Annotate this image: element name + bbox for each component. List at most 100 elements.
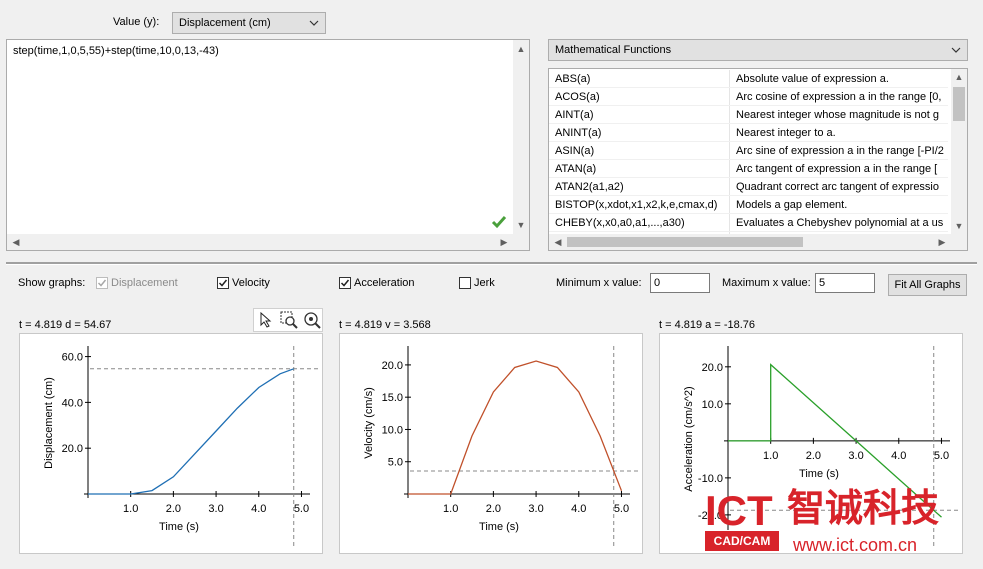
function-name: ACOS(a): [549, 87, 730, 106]
function-row[interactable]: ATAN2(a1,a2) Quadrant correct arc tangent…: [549, 177, 948, 196]
y-tick-label: 20.0: [702, 362, 723, 374]
velocity-readout: t = 4.819 v = 3.568: [339, 319, 431, 331]
x-tick-label: 5.0: [934, 450, 949, 462]
x-tick-label: 3.0: [848, 450, 863, 462]
x-axis-label: Time (s): [479, 521, 519, 533]
svg-text:CAD/CAM: CAD/CAM: [714, 534, 771, 548]
x-tick-label: 4.0: [891, 450, 906, 462]
x-tick-label: 1.0: [443, 503, 458, 515]
y-tick-label: 40.0: [62, 397, 83, 409]
function-row[interactable]: ASIN(a) Arc sine of expression a in the r…: [549, 141, 948, 160]
min-x-input[interactable]: 0: [650, 273, 710, 293]
x-tick-label: 5.0: [294, 503, 309, 515]
series-line: [408, 360, 623, 495]
expression-text[interactable]: step(time,1,0,5,55)+step(time,10,0,13,-4…: [13, 45, 219, 57]
zoom-fit-icon[interactable]: [303, 311, 321, 329]
y-tick-label: 5.0: [388, 457, 403, 469]
function-description: Arc sine of expression a in the range [-…: [729, 141, 948, 160]
x-tick-label: 2.0: [486, 503, 501, 515]
function-list[interactable]: ABS(a) Absolute value of expression a. ACO…: [548, 68, 968, 251]
x-tick-label: 4.0: [251, 503, 266, 515]
x-tick-label: 4.0: [571, 503, 586, 515]
scroll-up-arrow-icon[interactable]: ▲: [514, 42, 528, 56]
y-tick-label: 15.0: [382, 392, 403, 404]
function-description: Absolute value of expression a.: [729, 70, 948, 88]
max-x-label: Maximum x value:: [722, 277, 811, 289]
x-tick-label: 3.0: [208, 503, 223, 515]
function-row[interactable]: BISTOP(x,xdot,x1,x2,k,e,cmax,d) Models a …: [549, 195, 948, 214]
displacement-checkbox[interactable]: [96, 277, 108, 289]
x-tick-label: 5.0: [614, 503, 629, 515]
function-description: Nearest integer to a.: [729, 123, 948, 142]
checkmark-icon: [97, 279, 107, 287]
function-description: Arc tangent of expression a in the range…: [729, 159, 948, 178]
scroll-left-arrow-icon[interactable]: ◀: [551, 235, 565, 249]
x-axis-label: Time (s): [159, 521, 199, 533]
x-tick-label: 1.0: [123, 503, 138, 515]
function-row[interactable]: AINT(a) Nearest integer whose magnitude i…: [549, 105, 948, 124]
svg-text:智诚科技: 智诚科技: [787, 488, 939, 530]
function-name: BISTOP(x,xdot,x1,x2,k,e,cmax,d): [549, 195, 730, 214]
displacement-checkbox-label: Displacement: [111, 277, 178, 289]
function-row[interactable]: ABS(a) Absolute value of expression a.: [549, 70, 948, 88]
show-graphs-label: Show graphs:: [18, 277, 86, 289]
displacement-chart: 1.0 2.0 3.0 4.0 5.0 20.0 40.0 60.0 Time (s) Displ…: [43, 346, 318, 548]
y-tick-label: 10.0: [702, 399, 723, 411]
velocity-graph[interactable]: 1.0 2.0 3.0 4.0 5.0 5.0 10.0 15.0 20.0 Time (s) Ve…: [339, 333, 643, 554]
function-description: Arc cosine of expression a in the range …: [729, 87, 948, 106]
x-tick-label: 1.0: [763, 450, 778, 462]
scroll-up-arrow-icon[interactable]: ▲: [952, 70, 966, 84]
graph-toolbar: [253, 308, 323, 332]
function-horizontal-scrollbar[interactable]: ◀ ▶: [549, 234, 967, 250]
acceleration-readout: t = 4.819 a = -18.76: [659, 319, 756, 331]
scrollbar-thumb[interactable]: [567, 237, 803, 247]
function-category-dropdown[interactable]: Mathematical Functions: [548, 39, 968, 61]
valid-check-icon: [491, 216, 507, 229]
function-vertical-scrollbar[interactable]: ▲ ▼: [951, 69, 967, 234]
fit-all-graphs-button[interactable]: Fit All Graphs: [888, 274, 967, 296]
displacement-graph[interactable]: 1.0 2.0 3.0 4.0 5.0 20.0 40.0 60.0 Time (s) Displ…: [19, 333, 323, 554]
svg-text:ICT: ICT: [705, 487, 773, 534]
jerk-checkbox[interactable]: [459, 277, 471, 289]
scroll-right-arrow-icon[interactable]: ▶: [497, 235, 511, 249]
function-name: AINT(a): [549, 105, 730, 124]
x-axis-label: Time (s): [799, 468, 839, 480]
scroll-down-arrow-icon[interactable]: ▼: [952, 219, 966, 233]
function-name: ATAN(a): [549, 159, 730, 178]
function-row[interactable]: ATAN(a) Arc tangent of expression a in th…: [549, 159, 948, 178]
velocity-checkbox[interactable]: [217, 277, 229, 289]
expression-vertical-scrollbar[interactable]: ▲ ▼: [513, 40, 529, 234]
svg-text:www.ict.com.cn: www.ict.com.cn: [792, 535, 917, 555]
velocity-checkbox-label: Velocity: [232, 277, 270, 289]
max-x-input[interactable]: 5: [815, 273, 875, 293]
function-row[interactable]: CHEBY(x,x0,a0,a1,...,a30) Evaluates a Che…: [549, 213, 948, 232]
scroll-right-arrow-icon[interactable]: ▶: [935, 235, 949, 249]
function-description: Evaluates a Chebyshev polynomial at a us: [729, 213, 948, 232]
chevron-down-icon: [309, 20, 319, 26]
expression-editor[interactable]: step(time,1,0,5,55)+step(time,10,0,13,-4…: [6, 39, 530, 251]
acceleration-checkbox-label: Acceleration: [354, 277, 415, 289]
scroll-down-arrow-icon[interactable]: ▼: [514, 218, 528, 232]
y-tick-label: 20.0: [62, 443, 83, 455]
function-row[interactable]: ACOS(a) Arc cosine of expression a in the…: [549, 87, 948, 106]
section-divider: [6, 262, 977, 265]
value-selector-dropdown[interactable]: Displacement (cm): [172, 12, 326, 34]
zoom-box-icon[interactable]: [280, 311, 298, 329]
x-tick-label: 2.0: [806, 450, 821, 462]
scroll-left-arrow-icon[interactable]: ◀: [9, 235, 23, 249]
function-category-selected: Mathematical Functions: [555, 44, 672, 56]
function-name: ATAN2(a1,a2): [549, 177, 730, 196]
function-name: ASIN(a): [549, 141, 730, 160]
y-axis-label: Velocity (cm/s): [363, 387, 375, 459]
y-tick-label: 20.0: [382, 360, 403, 372]
y-axis-label: Acceleration (cm/s^2): [683, 386, 695, 491]
expression-horizontal-scrollbar[interactable]: ◀ ▶: [7, 234, 529, 250]
displacement-readout: t = 4.819 d = 54.67: [19, 319, 112, 331]
scrollbar-thumb[interactable]: [953, 87, 965, 121]
ict-logo-icon: ICT CAD/CAM 智诚科技 www.ict.com.cn: [705, 487, 939, 555]
x-tick-label: 3.0: [528, 503, 543, 515]
function-row[interactable]: ANINT(a) Nearest integer to a.: [549, 123, 948, 142]
select-pointer-icon[interactable]: [259, 312, 273, 328]
acceleration-checkbox[interactable]: [339, 277, 351, 289]
y-axis-label: Displacement (cm): [43, 377, 55, 469]
